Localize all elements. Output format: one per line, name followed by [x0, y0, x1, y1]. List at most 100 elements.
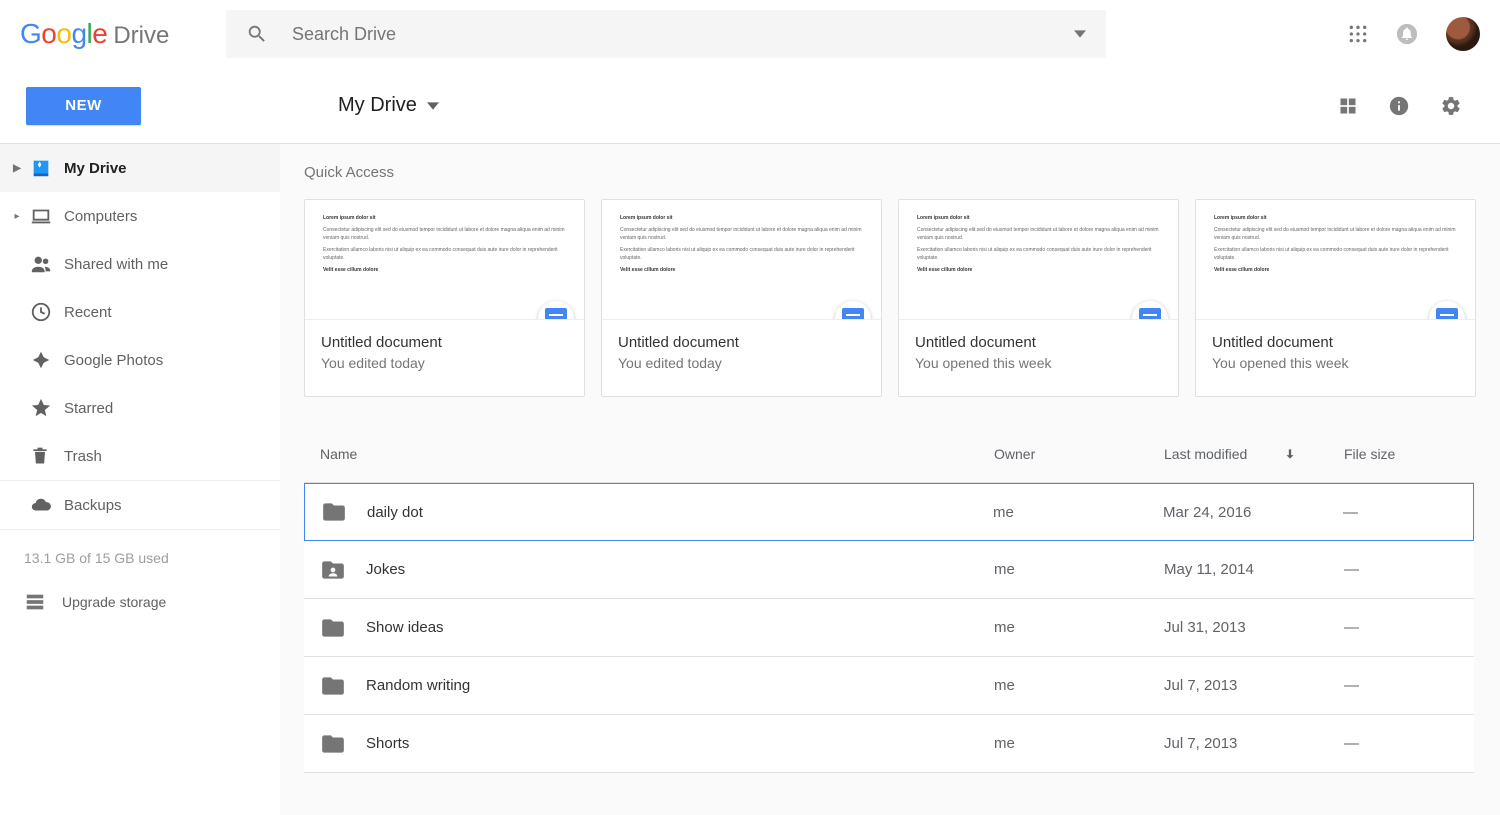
expand-icon[interactable]: ▶ — [8, 163, 26, 174]
notifications-icon[interactable] — [1396, 23, 1418, 45]
file-owner: me — [994, 619, 1164, 636]
clock-icon — [26, 301, 64, 323]
folder-icon — [321, 499, 347, 525]
folder-icon — [320, 731, 346, 757]
search-bar[interactable] — [226, 10, 1106, 58]
apps-grid-icon[interactable] — [1348, 24, 1368, 44]
file-name: Random writing — [366, 677, 470, 694]
sidebar-item-backups[interactable]: Backups — [0, 481, 280, 529]
sidebar-item-label: Backups — [64, 497, 122, 514]
sidebar-item-label: My Drive — [64, 160, 127, 177]
file-size: — — [1343, 504, 1473, 521]
file-name: Shorts — [366, 735, 409, 752]
quick-access-card[interactable]: Lorem ipsum dolor sit Consectetur adipis… — [601, 199, 882, 397]
star-icon — [26, 397, 64, 419]
quick-access-card[interactable]: Lorem ipsum dolor sit Consectetur adipis… — [898, 199, 1179, 397]
sort-arrow-down-icon — [1283, 447, 1297, 461]
trash-icon — [26, 446, 64, 466]
file-modified: Jul 31, 2013 — [1164, 619, 1344, 636]
card-title: Untitled document — [915, 334, 1162, 351]
storage-usage-text: 13.1 GB of 15 GB used — [0, 530, 280, 578]
breadcrumb[interactable]: My Drive — [226, 94, 1338, 117]
table-row[interactable]: daily dot me Mar 24, 2016 — — [304, 483, 1474, 541]
shared-folder-icon — [320, 557, 346, 583]
search-options-dropdown-icon[interactable] — [1074, 28, 1086, 40]
col-header-size[interactable]: File size — [1344, 446, 1474, 462]
expand-icon[interactable]: ▸ — [8, 211, 26, 222]
sidebar: ▶ My Drive ▸ Computers Shared with me — [0, 144, 280, 815]
table-header: Name Owner Last modified File size — [304, 425, 1474, 483]
sidebar-item-trash[interactable]: Trash — [0, 432, 280, 480]
file-modified: Jul 7, 2013 — [1164, 677, 1344, 694]
file-size: — — [1344, 735, 1474, 752]
breadcrumb-dropdown-icon — [427, 100, 439, 112]
people-icon — [26, 253, 64, 275]
sidebar-item-recent[interactable]: Recent — [0, 288, 280, 336]
account-avatar[interactable] — [1446, 17, 1480, 51]
file-modified: Jul 7, 2013 — [1164, 735, 1344, 752]
doc-preview: Lorem ipsum dolor sit Consectetur adipis… — [1196, 200, 1475, 320]
sidebar-item-computers[interactable]: ▸ Computers — [0, 192, 280, 240]
file-modified: May 11, 2014 — [1164, 561, 1344, 578]
drive-icon — [26, 157, 64, 179]
quick-access-card[interactable]: Lorem ipsum dolor sit Consectetur adipis… — [1195, 199, 1476, 397]
card-title: Untitled document — [321, 334, 568, 351]
file-owner: me — [993, 504, 1163, 521]
card-subtitle: You opened this week — [1212, 355, 1459, 371]
file-name: Show ideas — [366, 619, 444, 636]
file-table: Name Owner Last modified File size daily… — [304, 425, 1500, 773]
storage-icon — [24, 591, 46, 613]
settings-gear-icon[interactable] — [1440, 95, 1462, 117]
file-name: daily dot — [367, 504, 423, 521]
table-row[interactable]: Show ideas me Jul 31, 2013 — — [304, 599, 1474, 657]
sidebar-item-label: Recent — [64, 304, 112, 321]
search-input[interactable] — [292, 24, 1074, 45]
sidebar-item-label: Trash — [64, 448, 102, 465]
table-row[interactable]: Random writing me Jul 7, 2013 — — [304, 657, 1474, 715]
sidebar-item-label: Computers — [64, 208, 137, 225]
cloud-icon — [26, 494, 64, 516]
file-size: — — [1344, 561, 1474, 578]
col-header-owner[interactable]: Owner — [994, 446, 1164, 462]
col-header-name[interactable]: Name — [304, 446, 994, 462]
details-info-icon[interactable] — [1388, 95, 1410, 117]
folder-icon — [320, 615, 346, 641]
sidebar-item-photos[interactable]: Google Photos — [0, 336, 280, 384]
file-modified: Mar 24, 2016 — [1163, 504, 1343, 521]
folder-icon — [320, 673, 346, 699]
search-icon — [246, 23, 268, 45]
docs-badge-icon — [835, 301, 871, 320]
file-name: Jokes — [366, 561, 405, 578]
view-grid-icon[interactable] — [1338, 96, 1358, 116]
top-bar: Google Drive — [0, 0, 1500, 68]
sidebar-item-my-drive[interactable]: ▶ My Drive — [0, 144, 280, 192]
docs-badge-icon — [1132, 301, 1168, 320]
table-row[interactable]: Jokes me May 11, 2014 — — [304, 541, 1474, 599]
file-owner: me — [994, 677, 1164, 694]
file-size: — — [1344, 677, 1474, 694]
col-header-modified[interactable]: Last modified — [1164, 446, 1344, 462]
quick-access-card[interactable]: Lorem ipsum dolor sit Consectetur adipis… — [304, 199, 585, 397]
new-button[interactable]: NEW — [26, 87, 141, 125]
docs-badge-icon — [538, 301, 574, 320]
card-subtitle: You edited today — [618, 355, 865, 371]
product-name: Drive — [113, 22, 169, 50]
logo[interactable]: Google Drive — [20, 18, 226, 50]
file-owner: me — [994, 735, 1164, 752]
sidebar-item-starred[interactable]: Starred — [0, 384, 280, 432]
photos-icon — [26, 349, 64, 371]
breadcrumb-label: My Drive — [338, 94, 417, 117]
card-title: Untitled document — [618, 334, 865, 351]
upgrade-storage-label: Upgrade storage — [62, 594, 166, 610]
card-subtitle: You edited today — [321, 355, 568, 371]
card-title: Untitled document — [1212, 334, 1459, 351]
google-logo: Google — [20, 18, 107, 50]
file-size: — — [1344, 619, 1474, 636]
computers-icon — [26, 205, 64, 227]
top-icons — [1348, 17, 1480, 51]
sidebar-item-label: Shared with me — [64, 256, 168, 273]
table-row[interactable]: Shorts me Jul 7, 2013 — — [304, 715, 1474, 773]
sidebar-item-shared[interactable]: Shared with me — [0, 240, 280, 288]
doc-preview: Lorem ipsum dolor sit Consectetur adipis… — [899, 200, 1178, 320]
upgrade-storage-button[interactable]: Upgrade storage — [0, 578, 280, 626]
